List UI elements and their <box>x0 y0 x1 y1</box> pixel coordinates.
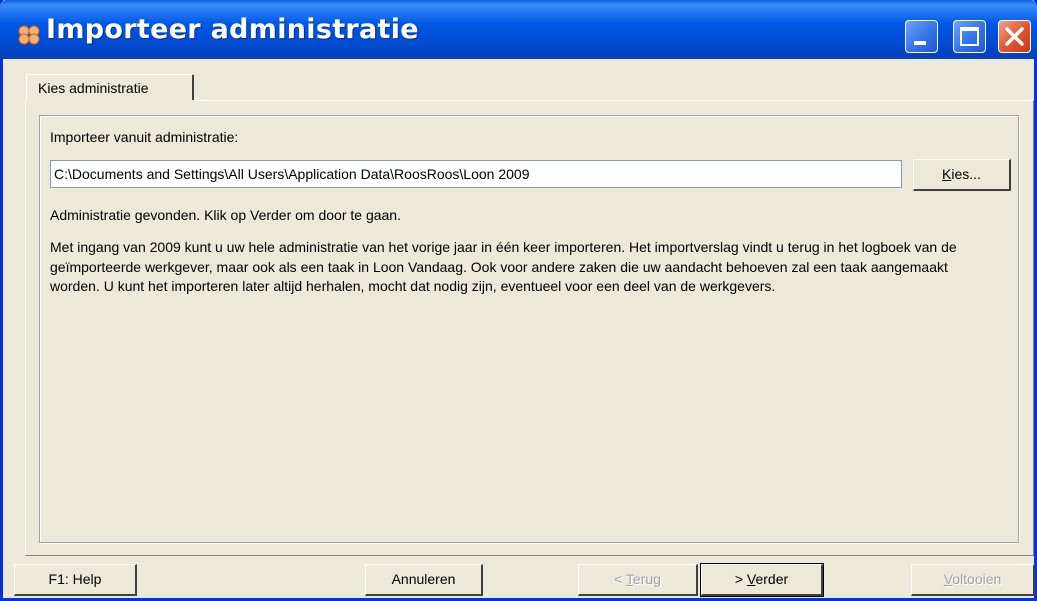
tab-label: Kies administratie <box>38 80 149 96</box>
help-button-label: F1: Help <box>48 571 102 587</box>
tab-kies-administratie[interactable]: Kies administratie <box>26 74 194 101</box>
close-button[interactable] <box>998 20 1031 53</box>
next-button[interactable]: > Verder <box>700 563 824 597</box>
maximize-icon <box>960 27 979 46</box>
next-button-label: erder <box>755 571 789 587</box>
source-label: Importeer vanuit administratie: <box>50 129 239 145</box>
back-button[interactable]: < Terug <box>578 564 698 596</box>
choose-button-mnemonic: K <box>942 166 952 182</box>
tab-joint <box>26 100 194 102</box>
back-button-prefix: < <box>614 571 626 587</box>
back-button-mnemonic: T <box>625 571 633 587</box>
maximize-button[interactable] <box>953 20 986 53</box>
cancel-button-label: Annuleren <box>391 571 456 587</box>
finish-button-mnemonic: V <box>943 571 953 587</box>
dialog-window: Importeer administratie Kies administrat… <box>0 0 1037 601</box>
choose-button-label: ies... <box>951 166 981 182</box>
back-button-label: erug <box>632 571 661 587</box>
minimize-icon <box>914 41 926 45</box>
help-button[interactable]: F1: Help <box>14 564 137 596</box>
close-icon <box>1005 27 1024 46</box>
finish-button-label: oltooien <box>952 571 1002 587</box>
source-path-input[interactable] <box>50 160 902 188</box>
title-bar[interactable]: Importeer administratie <box>0 0 1037 59</box>
cancel-button[interactable]: Annuleren <box>365 564 483 596</box>
choose-button[interactable]: Kies... <box>913 159 1011 191</box>
roosroos-app-icon <box>16 24 46 46</box>
window-title: Importeer administratie <box>46 14 419 45</box>
next-button-prefix: > <box>734 571 747 587</box>
status-text: Administratie gevonden. Klik op Verder o… <box>50 207 401 223</box>
finish-button[interactable]: Voltooien <box>911 564 1035 596</box>
minimize-button[interactable] <box>905 20 938 53</box>
description-text: Met ingang van 2009 kunt u uw hele admin… <box>50 239 957 294</box>
